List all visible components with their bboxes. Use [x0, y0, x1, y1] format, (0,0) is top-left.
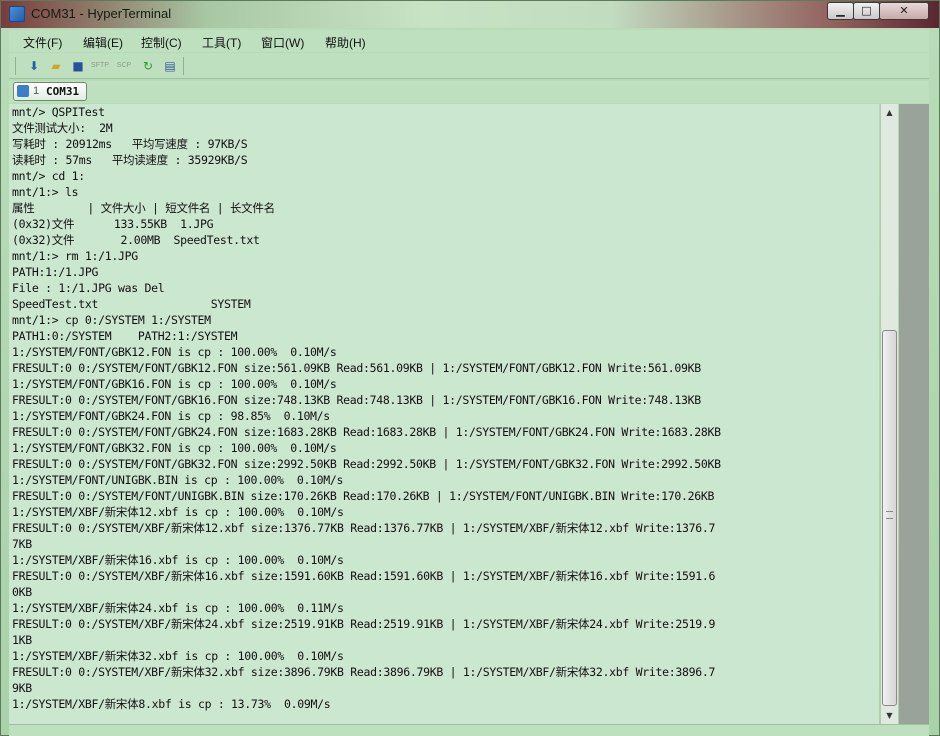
terminal-line: 文件测试大小: 2M [12, 121, 113, 135]
terminal-line: FRESULT:0 0:/SYSTEM/XBF/新宋体12.xbf size:1… [12, 521, 716, 535]
menu-control[interactable]: 控制(C) [141, 34, 182, 51]
tab-number: 1 [33, 85, 40, 97]
tab-label: COM31 [46, 85, 80, 98]
hyperterminal-window: COM31 - HyperTerminal ▁ □ ✕ 文件(F) 编辑(E) … [0, 0, 940, 736]
terminal-line: 7KB [12, 537, 32, 551]
toolbar-separator [183, 57, 184, 75]
computer-icon [17, 85, 29, 97]
menu-bar: 文件(F) 编辑(E) 控制(C) 工具(T) 窗口(W) 帮助(H) [9, 30, 929, 52]
terminal-line: 1:/SYSTEM/FONT/GBK24.FON is cp : 98.85% … [12, 409, 330, 423]
terminal-line: 1:/SYSTEM/XBF/新宋体8.xbf is cp : 13.73% 0.… [12, 697, 331, 711]
status-bar [9, 724, 929, 736]
connect-icon[interactable]: ⬇ [25, 57, 43, 75]
menu-edit[interactable]: 编辑(E) [83, 34, 123, 51]
terminal-line: PATH:1:/1.JPG [12, 265, 99, 279]
terminal-line: FRESULT:0 0:/SYSTEM/XBF/新宋体24.xbf size:2… [12, 617, 716, 631]
scrollbar-grip-icon [886, 511, 893, 519]
terminal-line: 1:/SYSTEM/XBF/新宋体24.xbf is cp : 100.00% … [12, 601, 344, 615]
terminal-line: 1:/SYSTEM/FONT/GBK12.FON is cp : 100.00%… [12, 345, 337, 359]
session-tab-bar: 1 COM31 [9, 81, 929, 103]
terminal-line: FRESULT:0 0:/SYSTEM/XBF/新宋体16.xbf size:1… [12, 569, 716, 583]
scrollbar-thumb[interactable] [882, 330, 897, 706]
terminal-line: FRESULT:0 0:/SYSTEM/FONT/GBK12.FON size:… [12, 361, 701, 375]
minimize-button[interactable]: ▁ [827, 2, 854, 20]
terminal-line: 1:/SYSTEM/XBF/新宋体12.xbf is cp : 100.00% … [12, 505, 344, 519]
menu-tools[interactable]: 工具(T) [202, 34, 241, 51]
terminal-line: PATH1:0:/SYSTEM PATH2:1:/SYSTEM [12, 329, 238, 343]
terminal-line: mnt/1:> rm 1:/1.JPG [12, 249, 138, 263]
terminal-line: 写耗时 : 20912ms 平均写速度 : 97KB/S [12, 137, 248, 151]
terminal-line: 1:/SYSTEM/XBF/新宋体32.xbf is cp : 100.00% … [12, 649, 344, 663]
tab-com31[interactable]: 1 COM31 [13, 82, 87, 101]
terminal-line: SpeedTest.txt SYSTEM [12, 297, 251, 311]
terminal-line: 1:/SYSTEM/FONT/GBK32.FON is cp : 100.00%… [12, 441, 337, 455]
terminal-line: FRESULT:0 0:/SYSTEM/FONT/GBK16.FON size:… [12, 393, 701, 407]
terminal-line: FRESULT:0 0:/SYSTEM/XBF/新宋体32.xbf size:3… [12, 665, 716, 679]
title-bar[interactable]: COM31 - HyperTerminal ▁ □ ✕ [1, 1, 939, 28]
maximize-button[interactable]: □ [853, 2, 880, 20]
terminal-line: FRESULT:0 0:/SYSTEM/FONT/GBK24.FON size:… [12, 425, 721, 439]
hyperterminal-app-icon[interactable] [9, 6, 25, 22]
terminal-line: 1:/SYSTEM/XBF/新宋体16.xbf is cp : 100.00% … [12, 553, 344, 567]
menu-window[interactable]: 窗口(W) [261, 34, 304, 51]
terminal-output[interactable]: mnt/> QSPITest 文件测试大小: 2M 写耗时 : 20912ms 平均… [9, 104, 879, 724]
vertical-scrollbar[interactable]: ▲ ▼ [880, 104, 898, 724]
terminal-line: 属性 | 文件大小 | 短文件名 | 长文件名 [12, 201, 275, 215]
terminal-line: mnt/> cd 1: [12, 169, 85, 183]
toolbar-grip [15, 57, 16, 75]
properties-icon[interactable]: ▤ [161, 57, 179, 75]
close-button[interactable]: ✕ [879, 2, 929, 20]
terminal-line: 1:/SYSTEM/FONT/GBK16.FON is cp : 100.00%… [12, 377, 337, 391]
toolbar: ⬇ ▰ ■ SFTP SCP ↻ ▤ [9, 53, 929, 79]
window-right-edge [899, 104, 929, 724]
terminal-line: File : 1:/1.JPG was Del [12, 281, 165, 295]
sftp-icon[interactable]: SFTP [91, 57, 109, 75]
terminal-line: 9KB [12, 681, 32, 695]
terminal-line: mnt/> QSPITest [12, 105, 105, 119]
terminal-line: mnt/1:> ls [12, 185, 79, 199]
scp-icon[interactable]: SCP [115, 57, 133, 75]
menu-file[interactable]: 文件(F) [23, 34, 62, 51]
terminal-line: 0KB [12, 585, 32, 599]
terminal-line: 1:/SYSTEM/FONT/UNIGBK.BIN is cp : 100.00… [12, 473, 344, 487]
terminal-line: 1KB [12, 633, 32, 647]
terminal-line: FRESULT:0 0:/SYSTEM/FONT/GBK32.FON size:… [12, 457, 721, 471]
menu-help[interactable]: 帮助(H) [325, 34, 366, 51]
window-title: COM31 - HyperTerminal [31, 6, 172, 21]
save-icon[interactable]: ■ [69, 57, 87, 75]
scroll-up-icon[interactable]: ▲ [881, 104, 898, 121]
terminal-line: (0x32)文件 2.00MB SpeedTest.txt [12, 233, 260, 247]
terminal-line: 读耗时 : 57ms 平均读速度 : 35929KB/S [12, 153, 248, 167]
open-folder-icon[interactable]: ▰ [47, 57, 65, 75]
terminal-line: (0x32)文件 133.55KB 1.JPG [12, 217, 214, 231]
reconnect-icon[interactable]: ↻ [139, 57, 157, 75]
terminal-line: FRESULT:0 0:/SYSTEM/FONT/UNIGBK.BIN size… [12, 489, 715, 503]
scroll-down-icon[interactable]: ▼ [881, 707, 898, 724]
terminal-line: mnt/1:> cp 0:/SYSTEM 1:/SYSTEM [12, 313, 211, 327]
